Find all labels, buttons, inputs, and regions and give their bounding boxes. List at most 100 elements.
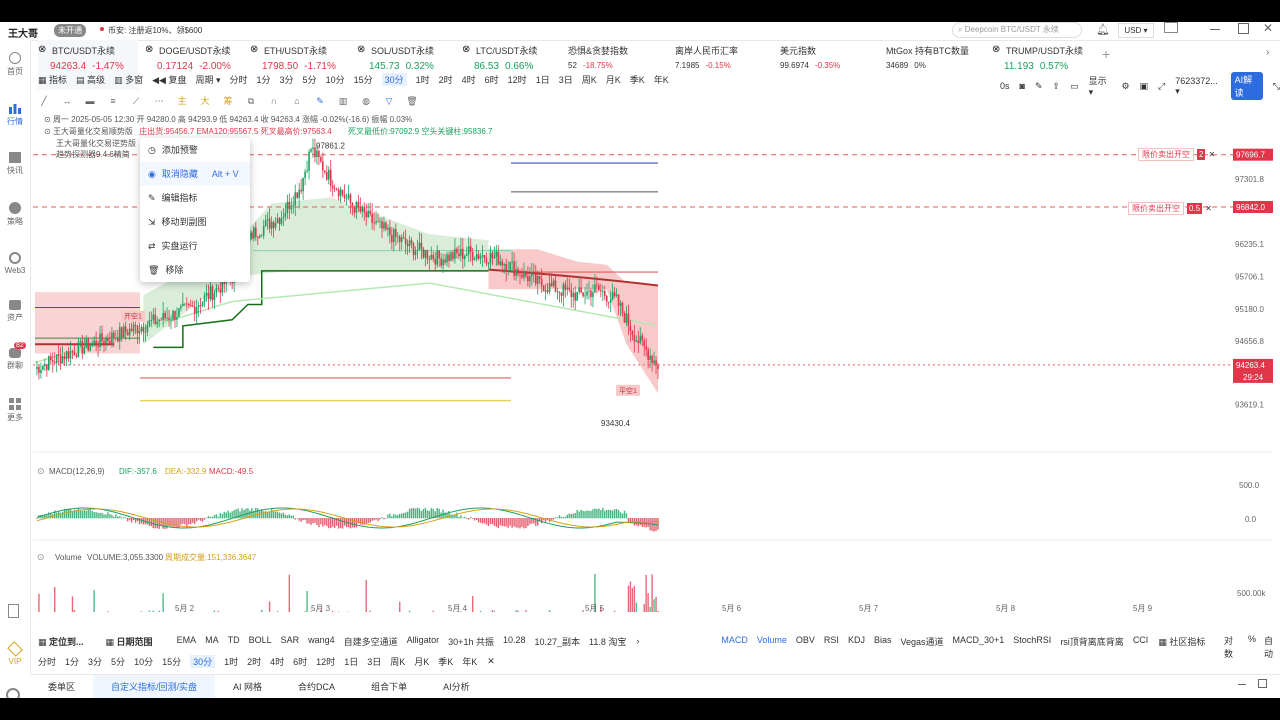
magnet-icon[interactable]: ∩ xyxy=(268,96,280,106)
ai-button[interactable]: AI解读 xyxy=(1230,72,1263,100)
hide-icon[interactable]: ◍ xyxy=(360,96,372,106)
locate-button[interactable]: ▦ 定位到... xyxy=(38,635,84,648)
timeframe-17[interactable]: 年K xyxy=(654,73,669,86)
bell-icon[interactable]: 🔔︎ xyxy=(1096,23,1110,36)
menu-unhide[interactable]: ◉ 取消隐藏 Alt + V xyxy=(140,162,250,186)
channel-icon[interactable]: ▬ xyxy=(84,96,96,106)
main-indicator-tab[interactable]: 自建多空通道 xyxy=(344,635,398,648)
main-indicator-tab[interactable]: MA xyxy=(205,635,219,648)
sub-indicator-tab[interactable]: OBV xyxy=(796,635,815,648)
sub-indicator-tab[interactable]: rsi顶背离底背离 xyxy=(1060,635,1124,648)
nav-item-web3[interactable]: Web3 xyxy=(0,252,30,275)
camera-icon[interactable]: ◙ xyxy=(1020,81,1025,91)
main-indicator-tab[interactable]: 30+1h 共振 xyxy=(448,635,494,648)
indicator-legend-1[interactable]: ⊙ 王大哥量化交易顺势版 庄出货:95456.7 EMA120:95567.5 … xyxy=(44,126,492,137)
delete-icon[interactable]: 🗑︎ xyxy=(406,96,418,106)
timeframe-5[interactable]: 15分 xyxy=(162,655,181,668)
timeframe-11[interactable]: 12时 xyxy=(316,655,335,668)
cancel-order-icon[interactable]: ✕ xyxy=(1208,150,1215,159)
timeframe-1[interactable]: 1分 xyxy=(65,655,79,668)
main-indicator-tab[interactable]: Alligator xyxy=(407,635,440,648)
cancel-order-icon[interactable]: ✕ xyxy=(1205,204,1212,213)
maximize-icon[interactable] xyxy=(1238,23,1249,34)
advanced-button[interactable]: ▤ 高级 xyxy=(76,73,105,86)
minimize-icon[interactable] xyxy=(1210,29,1220,30)
panel-tab[interactable]: 组合下单 xyxy=(353,675,425,698)
sub-indicator-tab[interactable]: Bias xyxy=(874,635,892,648)
main-indicator-tab[interactable]: wang4 xyxy=(308,635,335,648)
menu-edit-indicator[interactable]: ✎ 编辑指标 xyxy=(140,186,250,210)
panel-expand-icon[interactable] xyxy=(1258,679,1267,688)
sub-indicator-tab[interactable]: StochRSI xyxy=(1013,635,1051,648)
nav-item-more[interactable]: 更多 xyxy=(0,398,30,423)
sub-indicator-tab[interactable]: MACD_30+1 xyxy=(953,635,1005,648)
settings-gear-icon[interactable]: ⚙ xyxy=(1121,81,1129,92)
log-scale-toggle[interactable]: 对数 xyxy=(1224,634,1240,660)
date-range-button[interactable]: ▦ 日期范围 xyxy=(106,635,153,648)
menu-remove[interactable]: 🗑︎ 移除 xyxy=(140,258,250,282)
timeframe-14[interactable]: 周K xyxy=(390,655,405,668)
main-indicator-tab[interactable]: EMA xyxy=(177,635,197,648)
timeframe-0[interactable]: 分时 xyxy=(38,655,56,668)
indicator-legend-2[interactable]: 王大哥量化交易逆势版 xyxy=(56,138,136,149)
add-tab-icon[interactable]: + xyxy=(1102,46,1110,62)
sub-indicator-tab[interactable]: RSI xyxy=(824,635,839,648)
currency-select[interactable]: USD ▾ xyxy=(1118,23,1154,38)
fullscreen-icon[interactable]: ⤢ xyxy=(1158,81,1165,92)
timeframe-8[interactable]: 2时 xyxy=(439,73,453,86)
indicator-button[interactable]: ▦ 指标 xyxy=(38,73,67,86)
nav-item-strategy[interactable]: 策略 xyxy=(0,202,30,227)
share-icon[interactable]: ⇪ xyxy=(1053,81,1061,92)
timeframe-8[interactable]: 2时 xyxy=(247,655,261,668)
lock-icon[interactable]: ⌂ xyxy=(291,96,303,106)
document-icon[interactable] xyxy=(8,604,19,618)
timeframe-2[interactable]: 3分 xyxy=(280,73,294,86)
timeframe-3[interactable]: 5分 xyxy=(303,73,317,86)
main-indicator-tab[interactable]: 10.28 xyxy=(503,635,526,648)
timeframe-16[interactable]: 季K xyxy=(630,73,645,86)
auto-scale-toggle[interactable]: 自动 xyxy=(1264,634,1280,660)
timeframe-7[interactable]: 1时 xyxy=(224,655,238,668)
percent-scale-toggle[interactable]: % xyxy=(1248,634,1256,660)
indicator-legend-3[interactable]: 趋势探测器9.4.6精简 xyxy=(56,149,130,160)
brush-icon[interactable]: ⟋ xyxy=(130,96,142,106)
timeframe-4[interactable]: 10分 xyxy=(134,655,153,668)
timeframe-16[interactable]: 季K xyxy=(438,655,453,668)
main-indicator-tab[interactable]: 10.27_副本 xyxy=(534,635,580,648)
timeframe-15[interactable]: 月K xyxy=(414,655,429,668)
panel-tab[interactable]: 合约DCA xyxy=(280,675,353,698)
announcement-text[interactable]: 币安: 注册返10%、领$600 xyxy=(108,25,202,36)
panel-tab[interactable]: AI 网格 xyxy=(215,675,280,698)
timeframe-13[interactable]: 3日 xyxy=(367,655,381,668)
timeframe-13[interactable]: 3日 xyxy=(559,73,573,86)
timeframe-9[interactable]: 4时 xyxy=(270,655,284,668)
order-tag-1[interactable]: 限价卖出开空 2 ✕ xyxy=(1138,148,1215,161)
close-icon[interactable]: ✕ xyxy=(1263,22,1273,35)
tool-big[interactable]: 大 xyxy=(199,96,211,106)
replay-button[interactable]: ◀◀ 复盘 xyxy=(152,73,186,86)
menu-add-alert[interactable]: ◷ 添加预警 xyxy=(140,138,250,162)
timeframe-6[interactable]: 30分 xyxy=(190,654,216,668)
display-button[interactable]: 显示 ▾ xyxy=(1089,74,1112,98)
nav-item-home[interactable]: 首页 xyxy=(0,52,30,77)
community-indicator-button[interactable]: ▦ 社区指标 xyxy=(1158,635,1205,648)
nav-item-assets[interactable]: 资产 xyxy=(0,300,30,323)
tool-chips[interactable]: 筹 xyxy=(222,96,234,106)
sub-indicator-tab[interactable]: MACD xyxy=(721,635,748,648)
layout-icon[interactable]: ▭ xyxy=(1070,81,1079,92)
timeframe-1[interactable]: 1分 xyxy=(257,73,271,86)
main-indicator-tab[interactable]: 11.8 淘宝 xyxy=(589,635,626,648)
timeframe-6[interactable]: 30分 xyxy=(381,72,407,86)
pen-icon[interactable]: ✎ xyxy=(314,96,326,106)
order-tag-2[interactable]: 限价卖出开空 0.5 ✕ xyxy=(1128,202,1212,215)
sub-indicator-tab[interactable]: Volume xyxy=(757,635,787,648)
main-indicator-tab[interactable]: SAR xyxy=(281,635,300,648)
settings-icon[interactable] xyxy=(6,688,20,698)
timeframe-2[interactable]: 3分 xyxy=(88,655,102,668)
sub-indicator-tab[interactable]: Vegas通道 xyxy=(900,635,943,648)
nav-item-vip[interactable]: VIP xyxy=(0,641,30,666)
timeframe-17[interactable]: 年K xyxy=(462,655,477,668)
panel-tab[interactable]: 委单区 xyxy=(30,675,93,698)
tool-main[interactable]: 主 xyxy=(176,96,188,106)
timeframe-5[interactable]: 15分 xyxy=(354,73,373,86)
